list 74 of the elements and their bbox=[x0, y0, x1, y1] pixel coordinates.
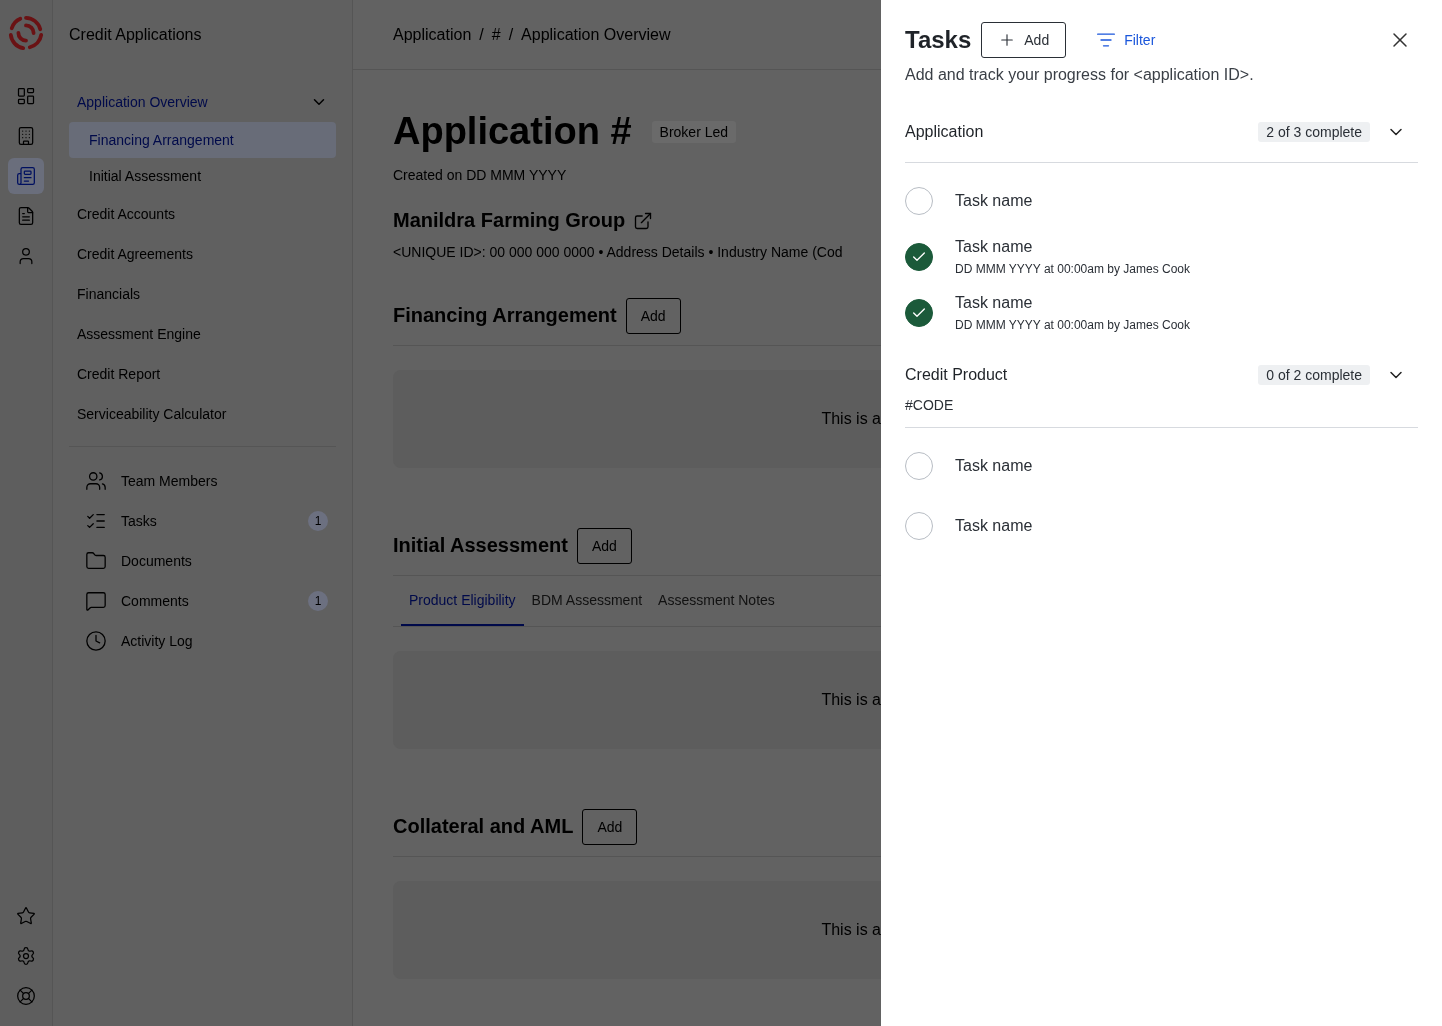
nav-link[interactable]: Tasks bbox=[121, 513, 294, 529]
breadcrumb-link[interactable]: # bbox=[491, 25, 501, 44]
add-button[interactable]: Add bbox=[582, 808, 638, 845]
building-icon bbox=[16, 126, 36, 146]
tag: Broker Led bbox=[651, 120, 737, 143]
tab[interactable]: Product Eligibility bbox=[401, 576, 524, 626]
settings-icon bbox=[16, 946, 36, 966]
nav-item[interactable]: Credit Accounts bbox=[69, 194, 336, 234]
tab[interactable]: Assessment Notes bbox=[650, 576, 783, 626]
nav-link[interactable]: Activity Log bbox=[121, 633, 328, 649]
task-name: Task name bbox=[955, 457, 1033, 475]
section-title: Collateral and AML bbox=[393, 815, 574, 838]
task-name: Task name bbox=[955, 192, 1033, 210]
rail-button[interactable] bbox=[8, 158, 44, 194]
page-title: Application # bbox=[393, 110, 632, 153]
app-title: Credit Applications bbox=[69, 25, 203, 45]
nav-subitem[interactable]: Initial Assessment bbox=[69, 158, 336, 194]
product-code: #CODE bbox=[905, 397, 955, 413]
document-icon bbox=[16, 206, 36, 226]
lifebuoy-icon bbox=[16, 986, 36, 1006]
logo bbox=[7, 14, 45, 52]
placeholder-text: This is a bbox=[821, 410, 881, 428]
task-checkbox[interactable] bbox=[905, 512, 933, 540]
users-icon bbox=[85, 470, 107, 492]
newspaper-icon bbox=[16, 166, 36, 186]
nav-link[interactable]: Team Members bbox=[121, 473, 328, 489]
drawer-title: Tasks bbox=[905, 26, 972, 54]
placeholder-text: This is a bbox=[821, 691, 881, 709]
external-link-icon[interactable] bbox=[633, 210, 654, 231]
breadcrumb-link[interactable]: Application Overview bbox=[521, 25, 671, 44]
group-title: Credit Product bbox=[905, 366, 1009, 384]
group-title: Application bbox=[905, 123, 985, 141]
nav-item[interactable]: Serviceability Calculator bbox=[69, 394, 336, 434]
nav-item[interactable]: Application Overview bbox=[69, 82, 336, 122]
nav-item[interactable]: Credit Report bbox=[69, 354, 336, 394]
progress-badge: 0 of 2 complete bbox=[1258, 365, 1370, 385]
nav-link[interactable]: Comments bbox=[121, 593, 294, 609]
task-name: Task name bbox=[955, 517, 1033, 535]
section-title: Initial Assessment bbox=[393, 534, 568, 557]
count-badge: 1 bbox=[308, 591, 328, 611]
clock-icon bbox=[85, 630, 107, 652]
count-badge: 1 bbox=[308, 511, 328, 531]
drawer-subtitle: Add and track your progress for <application ID>. bbox=[905, 66, 1255, 84]
progress-badge: 2 of 3 complete bbox=[1258, 122, 1370, 142]
created-date: Created on DD MMM YYYY bbox=[393, 167, 568, 183]
filter-button[interactable]: Filter bbox=[1080, 22, 1172, 58]
nav-item[interactable]: Credit Agreements bbox=[69, 234, 336, 274]
task-checkbox[interactable] bbox=[905, 299, 933, 327]
task-checkbox[interactable] bbox=[905, 243, 933, 271]
company-name[interactable]: Manildra Farming Group bbox=[393, 209, 626, 232]
nav-item[interactable]: Assessment Engine bbox=[69, 314, 336, 354]
section-title: Financing Arrangement bbox=[393, 304, 617, 327]
task-name: Task name bbox=[955, 238, 1034, 256]
star-icon bbox=[16, 906, 36, 926]
nav-link[interactable]: Documents bbox=[121, 553, 328, 569]
comment-icon bbox=[85, 590, 107, 612]
grid-icon bbox=[16, 86, 36, 106]
task-name: Task name bbox=[955, 294, 1034, 312]
tab[interactable]: BDM Assessment bbox=[523, 576, 651, 626]
nav-subitem[interactable]: Financing Arrangement bbox=[69, 122, 336, 158]
breadcrumb-link[interactable]: Application bbox=[393, 25, 472, 44]
add-button[interactable]: Add bbox=[625, 297, 681, 334]
breadcrumb-separator: / bbox=[479, 25, 484, 44]
nav-item[interactable]: Financials bbox=[69, 274, 336, 314]
breadcrumb-separator: / bbox=[508, 25, 514, 44]
task-meta: DD MMM YYYY at 00:00am by James Cook bbox=[955, 262, 1190, 276]
company-details: <UNIQUE ID>: 00 000 000 0000 • Address Details • Industry Name (Cod bbox=[393, 244, 844, 260]
add-button[interactable]: Add bbox=[981, 22, 1067, 58]
task-checkbox[interactable] bbox=[905, 452, 933, 480]
task-checkbox[interactable] bbox=[905, 187, 933, 215]
placeholder-text: This is a bbox=[821, 921, 881, 939]
task-meta: DD MMM YYYY at 00:00am by James Cook bbox=[955, 318, 1190, 332]
folder-icon bbox=[85, 550, 107, 572]
add-button[interactable]: Add bbox=[576, 527, 632, 564]
